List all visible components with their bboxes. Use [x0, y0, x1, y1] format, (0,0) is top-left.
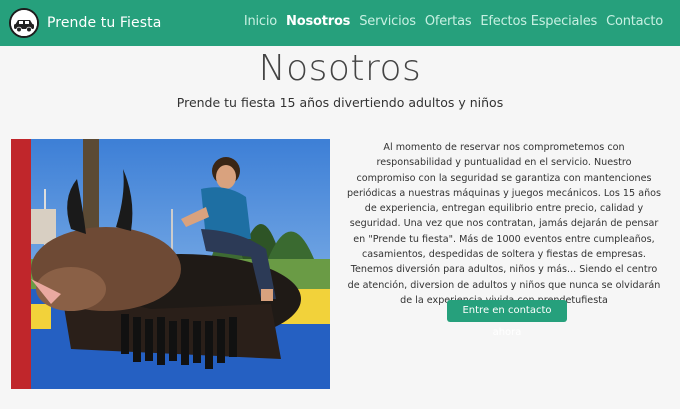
page-subtitle: Prende tu fiesta 15 años divertiendo adu…: [176, 95, 504, 110]
nav-ofertas[interactable]: Ofertas: [425, 14, 472, 29]
main-nav: Inicio Nosotros Servicios Ofertas Efecto…: [235, 14, 663, 29]
navbar: Prende tu Fiesta Inicio Nosotros Servici…: [0, 0, 680, 46]
nav-inicio[interactable]: Inicio: [244, 14, 277, 29]
about-description: Al momento de reservar nos comprometemos…: [346, 142, 662, 306]
mechanical-bull-photo: [11, 139, 330, 389]
contact-button[interactable]: Entre en contacto ahora: [447, 300, 567, 338]
brand-name: Prende tu Fiesta: [47, 15, 162, 31]
car-icon: [9, 8, 39, 38]
nav-contacto[interactable]: Contacto: [606, 14, 663, 29]
page-title: Nosotros: [258, 48, 422, 89]
brand[interactable]: Prende tu Fiesta: [9, 8, 161, 38]
nav-servicios[interactable]: Servicios: [359, 14, 416, 29]
nav-nosotros[interactable]: Nosotros: [286, 14, 350, 29]
nav-efectos-especiales[interactable]: Efectos Especiales: [480, 14, 597, 29]
